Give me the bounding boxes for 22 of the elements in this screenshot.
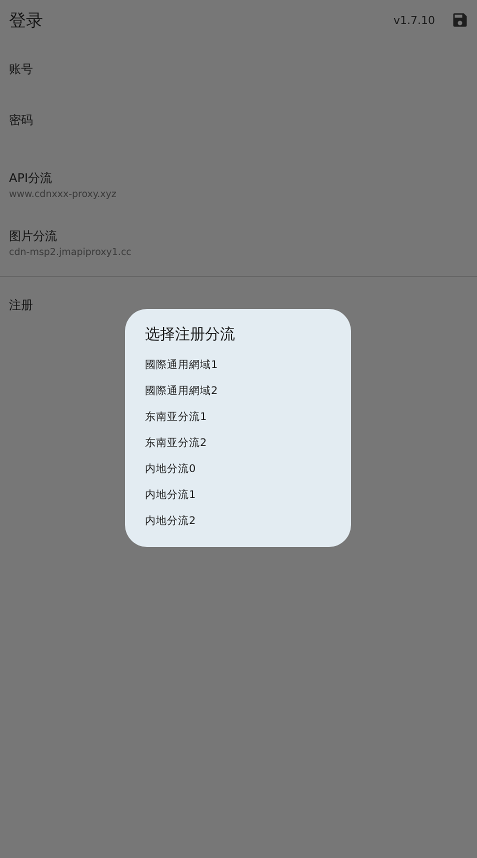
settings-field[interactable]: 密码: [0, 98, 477, 156]
page-title: 登录: [9, 10, 44, 32]
dialog-option[interactable]: 國際通用網域2: [145, 378, 331, 404]
dialog-option[interactable]: 國際通用網域1: [145, 352, 331, 378]
field-value: www.cdnxxx-proxy.xyz: [9, 189, 118, 200]
settings-field[interactable]: API分流 www.cdnxxx-proxy.xyz: [0, 156, 477, 214]
version-text: v1.7.10: [394, 14, 435, 26]
field-label: 密码: [9, 112, 34, 129]
dialog-option[interactable]: 东南亚分流1: [145, 404, 331, 430]
save-icon[interactable]: [451, 11, 469, 29]
dialog-title: 选择注册分流: [145, 325, 236, 344]
dialog-option[interactable]: 内地分流1: [145, 482, 331, 508]
field-label: 图片分流: [9, 228, 58, 245]
register-item[interactable]: 注册: [0, 277, 42, 334]
settings-field[interactable]: 账号: [0, 40, 477, 98]
field-label: API分流: [9, 170, 53, 187]
dialog-option[interactable]: 内地分流0: [145, 456, 331, 482]
dialog-option[interactable]: 东南亚分流2: [145, 430, 331, 456]
dialog-option[interactable]: 内地分流2: [145, 508, 331, 534]
settings-field[interactable]: 图片分流 cdn-msp2.jmapiproxy1.cc: [0, 214, 477, 272]
field-value: cdn-msp2.jmapiproxy1.cc: [9, 247, 132, 258]
field-label: 账号: [9, 60, 34, 78]
